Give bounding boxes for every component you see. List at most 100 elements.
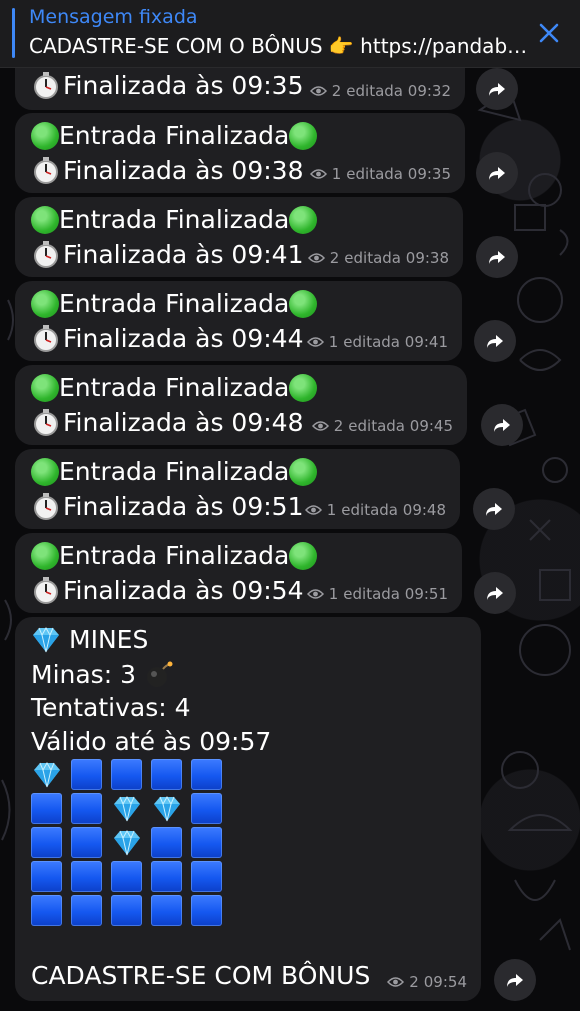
message-bubble[interactable]: Entrada Finalizada Finalizada às 09:38 1… [15,113,465,193]
green-circle-icon [31,541,59,570]
blue-square-icon [71,861,102,892]
finalizada-line: Finalizada às 09:38 [31,155,303,185]
green-circle-icon [31,457,59,486]
forward-button[interactable] [494,959,536,1001]
blue-square-icon [191,895,222,926]
message-bubble[interactable]: Entrada Finalizada Finalizada às 09:54 1… [15,533,462,613]
message-meta: 1 editada 09:48 [304,501,446,519]
mines-grid [31,759,222,926]
blue-square-icon [31,895,62,926]
forward-button[interactable] [474,572,516,614]
green-circle-icon [31,373,59,402]
entrada-line: Entrada Finalizada [31,205,318,234]
message-meta: 2 09:54 [387,973,467,991]
bomb-icon [146,661,173,687]
message-bubble[interactable]: Entrada Finalizada Finalizada às 09:41 2… [15,197,463,277]
valido-line: Válido até às 09:57 [31,727,271,756]
blue-square-icon [31,861,62,892]
entrada-line: Entrada Finalizada [31,289,318,318]
mines-message-bubble[interactable]: MINES Minas: 3 Tentativas: 4 Válido até … [15,617,481,1001]
views-eye-icon [309,169,327,179]
green-circle-icon [289,457,318,486]
blue-square-icon [151,895,182,926]
stopwatch-icon [34,157,58,184]
blue-square-icon [71,827,102,858]
minas-text: Minas: 3 [31,659,136,689]
share-arrow-icon [487,587,503,600]
close-icon[interactable] [534,18,564,48]
share-arrow-icon [489,167,505,180]
gem-icon [111,827,142,858]
blue-square-icon [111,861,142,892]
message-meta: 1 editada 09:35 [309,165,451,183]
views-eye-icon [304,505,322,515]
stopwatch-icon [34,577,58,604]
tentativas-line: Tentativas: 4 [31,693,191,722]
blue-square-icon [31,827,62,858]
views-eye-icon [306,337,324,347]
green-circle-icon [289,541,318,570]
valido-text: Válido até às 09:57 [31,727,272,756]
green-circle-icon [289,373,318,402]
entrada-line: Entrada Finalizada [31,541,318,570]
pinned-text: CADASTRE-SE COM O BÔNUS 👉 https://pandab… [29,34,535,58]
share-arrow-icon [507,974,523,987]
gem-icon [33,626,59,652]
entrada-line: Entrada Finalizada [31,121,318,150]
views-eye-icon [307,253,325,263]
finalizada-line: Finalizada às 09:48 [31,407,303,437]
green-circle-icon [31,121,59,150]
forward-button[interactable] [473,488,515,530]
pinned-title: Mensagem fixada [29,6,198,28]
message-bubble[interactable]: Entrada Finalizada Finalizada às 09:51 1… [15,449,460,529]
pinned-message-bar[interactable]: Mensagem fixada CADASTRE-SE COM O BÔNUS … [0,0,580,68]
finalizada-line: Finalizada às 09:51 [31,491,303,521]
blue-square-icon [151,759,182,790]
blue-square-icon [71,759,102,790]
finalizada-line: Finalizada às 09:41 [31,239,303,269]
forward-button[interactable] [476,236,518,278]
views-eye-icon [387,977,405,987]
blue-square-icon [191,861,222,892]
share-arrow-icon [494,419,510,432]
share-arrow-icon [489,251,505,264]
mines-title-line: MINES [31,625,148,654]
entrada-line: Entrada Finalizada [31,373,318,402]
message-meta: 2 editada 09:32 [309,82,451,100]
blue-square-icon [191,793,222,824]
blue-square-icon [191,759,222,790]
green-circle-icon [31,205,59,234]
green-circle-icon [289,289,318,318]
stopwatch-icon [34,72,58,99]
forward-button[interactable] [476,152,518,194]
gem-icon [31,759,62,790]
message-bubble[interactable]: Entrada Finalizada Finalizada às 09:44 1… [15,281,462,361]
blue-square-icon [151,861,182,892]
message-meta: 1 editada 09:51 [306,585,448,603]
footer-text: CADASTRE-SE COM BÔNUS [31,961,371,990]
forward-button[interactable] [474,320,516,362]
mines-footer: CADASTRE-SE COM BÔNUS [31,961,370,990]
mines-title: MINES [69,625,149,654]
blue-square-icon [191,827,222,858]
tentativas-text: Tentativas: 4 [31,693,191,722]
forward-button[interactable] [481,404,523,446]
green-circle-icon [289,121,318,150]
gem-icon [111,793,142,824]
finalizada-line: Finalizada às 09:35 [31,70,303,100]
message-meta: 1 editada 09:41 [306,333,448,351]
forward-button[interactable] [476,68,518,110]
views-eye-icon [306,589,324,599]
message-bubble[interactable]: Entrada Finalizada Finalizada às 09:48 2… [15,365,467,445]
blue-square-icon [71,895,102,926]
blue-square-icon [111,895,142,926]
blue-square-icon [151,827,182,858]
stopwatch-icon [34,325,58,352]
finalizada-line: Finalizada às 09:44 [31,323,303,353]
views-eye-icon [311,421,329,431]
share-arrow-icon [489,83,505,96]
pinned-accent [12,8,15,58]
blue-square-icon [111,759,142,790]
blue-square-icon [31,793,62,824]
minas-line: Minas: 3 [31,659,174,689]
